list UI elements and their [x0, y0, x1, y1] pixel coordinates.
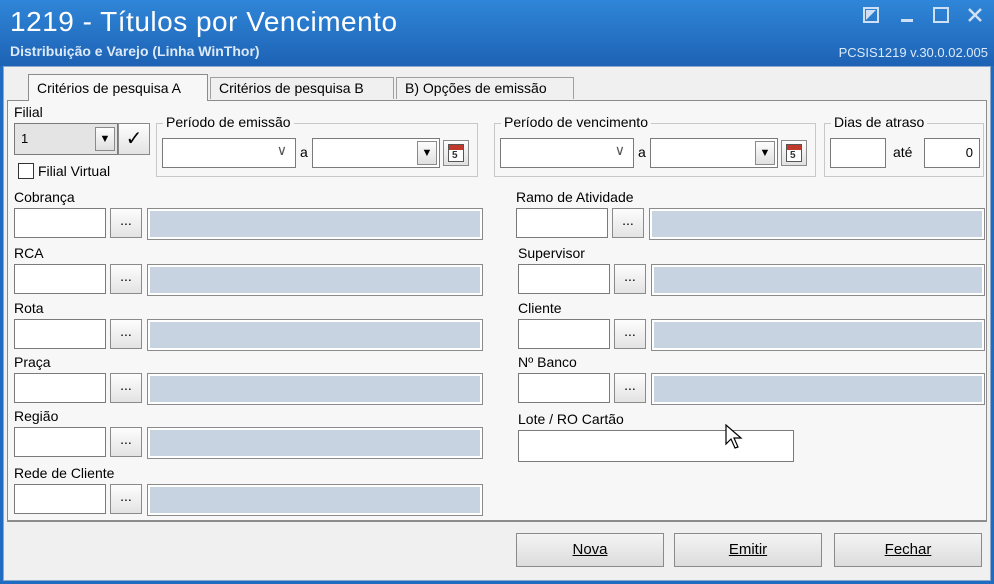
lote-input[interactable]: [518, 430, 794, 462]
main-window: Critérios de pesquisa A Critérios de pes…: [3, 66, 991, 581]
rota-lookup-button[interactable]: ...: [110, 319, 142, 349]
calendar-icon-glyph: 5: [790, 150, 796, 161]
rca-lookup-button[interactable]: ...: [110, 264, 142, 294]
maximize-icon[interactable]: [930, 6, 952, 28]
chevron-down-icon: ∨: [276, 142, 287, 158]
close-icon[interactable]: [964, 6, 986, 28]
nova-button[interactable]: Nova: [516, 533, 664, 567]
banco-lookup-button[interactable]: ...: [614, 373, 646, 403]
rota-code-input[interactable]: [14, 319, 106, 349]
dias-atraso-to[interactable]: 0: [924, 138, 980, 168]
emissao-sep: a: [300, 144, 308, 160]
praca-label: Praça: [14, 354, 51, 370]
supervisor-label: Supervisor: [518, 245, 585, 261]
dias-atraso-to-value: 0: [965, 145, 973, 160]
ramo-atividade-label: Ramo de Atividade: [516, 189, 634, 205]
rede-cliente-label: Rede de Cliente: [14, 465, 115, 481]
rede-cliente-code-input[interactable]: [14, 484, 106, 514]
filial-virtual-checkbox[interactable]: [18, 163, 34, 179]
vencimento-calendar-button[interactable]: 5: [781, 140, 807, 166]
rca-code-input[interactable]: [14, 264, 106, 294]
vencimento-sep: a: [638, 144, 646, 160]
ramo-atividade-code-input[interactable]: [516, 208, 608, 238]
regiao-label: Região: [14, 408, 59, 424]
calendar-icon-glyph: 5: [452, 150, 458, 161]
cliente-lookup-button[interactable]: ...: [614, 319, 646, 349]
vencimento-start-date[interactable]: ∨: [500, 138, 634, 168]
cobranca-label: Cobrança: [14, 189, 75, 205]
regiao-code-input[interactable]: [14, 427, 106, 457]
banco-label: Nº Banco: [518, 354, 577, 370]
rede-cliente-description: [147, 484, 483, 516]
filial-virtual-label: Filial Virtual: [38, 163, 111, 179]
emissao-end-date[interactable]: ▼: [312, 138, 440, 168]
emitir-button[interactable]: Emitir: [674, 533, 822, 567]
cobranca-code-input[interactable]: [14, 208, 106, 238]
filial-label: Filial: [14, 104, 43, 120]
praca-description: [147, 373, 483, 405]
filial-select[interactable]: 1 ▼: [14, 123, 118, 155]
periodo-emissao-label: Período de emissão: [163, 114, 294, 130]
periodo-vencimento-label: Período de vencimento: [501, 114, 651, 130]
cobranca-description: [147, 208, 483, 240]
rca-label: RCA: [14, 245, 44, 261]
dias-atraso-from[interactable]: [830, 138, 886, 168]
cliente-description: [651, 319, 985, 351]
dias-atraso-sep: até: [893, 144, 913, 160]
chevron-down-icon[interactable]: ▼: [417, 141, 437, 165]
checkmark-icon: ✓: [125, 128, 143, 150]
window-title: 1219 - Títulos por Vencimento: [10, 6, 398, 37]
fechar-button[interactable]: Fechar: [834, 533, 982, 567]
emissao-start-date[interactable]: ∨: [162, 138, 296, 168]
supervisor-code-input[interactable]: [518, 264, 610, 294]
lote-label: Lote / RO Cartão: [518, 411, 624, 427]
ramo-atividade-description: [649, 208, 985, 240]
window-subtitle: Distribuição e Varejo (Linha WinThor): [10, 43, 260, 59]
chevron-down-icon[interactable]: ▼: [95, 127, 115, 151]
praca-lookup-button[interactable]: ...: [110, 373, 142, 403]
title-bar: 1219 - Títulos por Vencimento Distribuiç…: [0, 0, 994, 66]
criteria-panel: Filial 1 ▼ ✓ Filial Virtual Período de e…: [7, 100, 987, 521]
rede-cliente-lookup-button[interactable]: ...: [110, 484, 142, 514]
praca-code-input[interactable]: [14, 373, 106, 403]
tab-criterios-b[interactable]: Critérios de pesquisa B: [210, 77, 394, 99]
dias-atraso-label: Dias de atraso: [831, 114, 928, 130]
periodo-vencimento-group: Período de vencimento ∨ a ▼ 5: [494, 114, 816, 177]
tab-opcoes-emissao[interactable]: B) Opções de emissão: [396, 77, 574, 99]
supervisor-lookup-button[interactable]: ...: [614, 264, 646, 294]
supervisor-description: [651, 264, 985, 296]
vencimento-end-date[interactable]: ▼: [650, 138, 778, 168]
cliente-label: Cliente: [518, 300, 562, 316]
rota-description: [147, 319, 483, 351]
minimize-icon[interactable]: [896, 6, 918, 28]
confirm-filial-button[interactable]: ✓: [118, 123, 150, 155]
rota-label: Rota: [14, 300, 44, 316]
banco-code-input[interactable]: [518, 373, 610, 403]
emissao-calendar-button[interactable]: 5: [443, 140, 469, 166]
regiao-lookup-button[interactable]: ...: [110, 427, 142, 457]
restore-icon[interactable]: [860, 6, 882, 28]
chevron-down-icon[interactable]: ▼: [755, 141, 775, 165]
calendar-icon: 5: [448, 144, 464, 162]
version-label: PCSIS1219 v.30.0.02.005: [838, 45, 988, 60]
cliente-code-input[interactable]: [518, 319, 610, 349]
tab-criterios-a[interactable]: Critérios de pesquisa A: [28, 74, 208, 101]
chevron-down-icon: ∨: [614, 142, 625, 158]
periodo-emissao-group: Período de emissão ∨ a ▼ 5: [156, 114, 478, 177]
rca-description: [147, 264, 483, 296]
regiao-description: [147, 427, 483, 459]
filial-value: 1: [21, 131, 29, 146]
ramo-atividade-lookup-button[interactable]: ...: [612, 208, 644, 238]
cobranca-lookup-button[interactable]: ...: [110, 208, 142, 238]
banco-description: [651, 373, 985, 405]
dias-atraso-group: Dias de atraso até 0: [824, 114, 984, 177]
calendar-icon: 5: [786, 144, 802, 162]
